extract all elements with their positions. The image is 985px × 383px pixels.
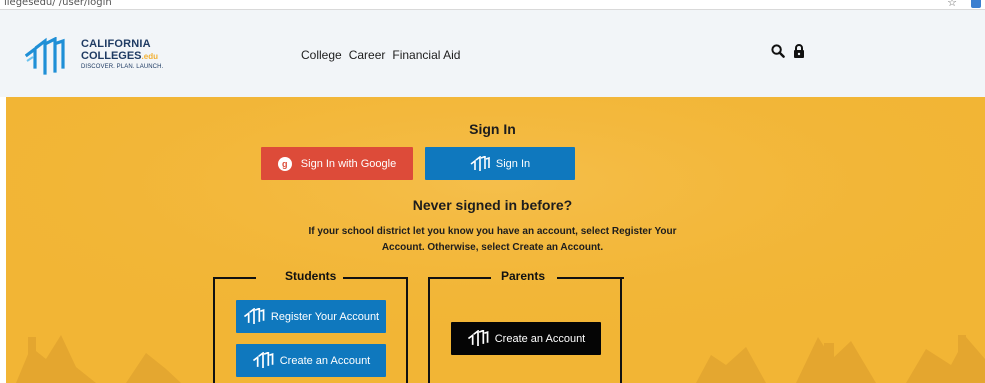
parent-create-account-label: Create an Account [494, 332, 586, 345]
brand-tagline: DISCOVER. PLAN. LAUNCH. [81, 64, 164, 70]
student-create-account-label: Create an Account [279, 354, 371, 367]
california-colleges-logo[interactable]: CALIFORNIA COLLEGES.edu DISCOVER. PLAN. … [25, 37, 185, 77]
logo-mark-icon [467, 330, 489, 346]
signin-button[interactable]: Sign In [425, 147, 575, 180]
registration-instructions: If your school district let you know you… [0, 224, 985, 256]
main-nav: College Career Financial Aid [301, 48, 460, 62]
panel-border-left [213, 277, 256, 279]
parent-create-account-button[interactable]: Create an Account [451, 322, 601, 355]
brand-name-word: COLLEGES [81, 50, 142, 62]
panel-border-left [428, 277, 491, 279]
student-create-account-button[interactable]: Create an Account [236, 344, 386, 377]
register-account-label: Register Your Account [270, 310, 380, 323]
browser-address-bar[interactable]: llegesedu/ /user/login ☆ [0, 0, 985, 10]
panel-border-right [343, 277, 408, 279]
site-header: CALIFORNIA COLLEGES.edu DISCOVER. PLAN. … [0, 10, 985, 97]
brand-domain-suffix: .edu [141, 52, 158, 61]
logo-mark-icon [243, 308, 265, 324]
logo-mark-icon [252, 352, 274, 368]
extension-icon[interactable] [971, 0, 981, 8]
parents-label: Parents [501, 269, 546, 283]
bookmark-star-icon[interactable]: ☆ [947, 0, 957, 9]
address-text[interactable]: llegesedu/ /user/login [4, 0, 112, 8]
register-account-button[interactable]: Register Your Account [236, 300, 386, 333]
nav-item-financial-aid[interactable]: Financial Aid [392, 48, 460, 62]
nav-item-career[interactable]: Career [349, 48, 386, 62]
brand-name-line2: COLLEGES.edu [81, 50, 158, 62]
google-icon: g [277, 156, 292, 171]
google-signin-button[interactable]: g Sign In with Google [261, 147, 413, 180]
instructions-line-2: Account. Otherwise, select Create an Acc… [381, 242, 604, 253]
lock-icon[interactable] [793, 44, 805, 63]
logo-mark-icon [25, 37, 65, 75]
google-signin-label: Sign In with Google [300, 157, 397, 170]
signin-label: Sign In [495, 157, 531, 170]
nav-item-college[interactable]: College [301, 48, 342, 62]
logo-mark-icon [470, 155, 490, 171]
never-signed-in-heading: Never signed in before? [412, 197, 573, 213]
students-label: Students [285, 269, 337, 283]
panel-border-right [557, 277, 624, 279]
brand-name-line1: CALIFORNIA [81, 38, 151, 50]
instructions-line-1: If your school district let you know you… [308, 226, 677, 237]
signin-heading: Sign In [469, 121, 516, 137]
search-icon[interactable] [771, 44, 785, 63]
